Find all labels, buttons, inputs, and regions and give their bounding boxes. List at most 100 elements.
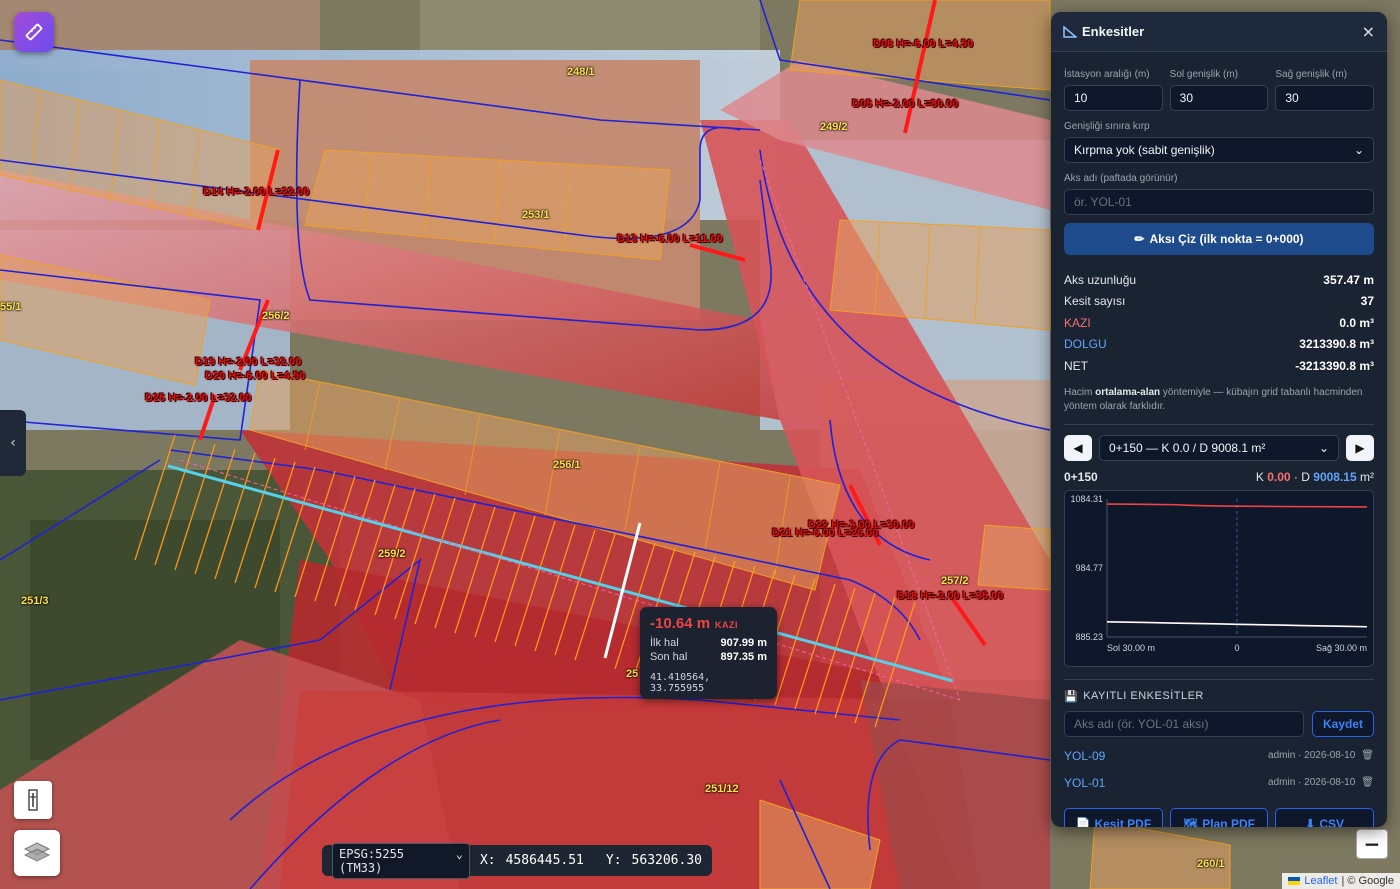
x-coordinate: 4586445.51 — [505, 853, 584, 868]
section-fill: 9008.15 — [1313, 469, 1357, 484]
stat-count-label: Kesit sayısı — [1064, 294, 1126, 309]
panel-title: Enkesitler — [1082, 24, 1145, 39]
saved-item-meta: admin · 2026-08-10 — [1268, 777, 1356, 788]
document-icon: 📄 — [1075, 816, 1091, 828]
chevron-down-icon: ⌄ — [1318, 440, 1329, 455]
export-csv-button[interactable]: ⬇ CSV — [1275, 807, 1375, 828]
station-interval-input[interactable]: 10 — [1064, 85, 1163, 111]
y-label: Y: — [605, 853, 622, 868]
stat-net-value: -3213390.8 m³ — [1295, 358, 1374, 373]
x-tick-label: 0 — [1234, 643, 1239, 653]
clip-label: Genişliği sınıra kırp — [1064, 121, 1150, 132]
save-button[interactable]: Kaydet — [1311, 710, 1374, 737]
floppy-disk-icon: 💾 — [1064, 690, 1079, 703]
cross-sections-panel: Enkesitler × İstasyon aralığı (m) 10 Sol… — [1051, 12, 1387, 827]
section-cut: 0.00 — [1267, 469, 1291, 484]
saved-item-name: YOL-01 — [1064, 775, 1106, 790]
google-attribution: | © Google — [1341, 875, 1394, 887]
x-tick-label: Sağ 30.00 m — [1316, 643, 1367, 653]
panel-header: Enkesitler × — [1051, 12, 1387, 52]
stat-cut-value: 0.0 m³ — [1339, 315, 1374, 330]
saved-item-name: YOL-09 — [1064, 748, 1106, 763]
axis-name-input[interactable]: ör. YOL-01 — [1064, 189, 1374, 215]
draw-axis-label: Aksı Çiz (ilk nokta = 0+000) — [1149, 232, 1304, 246]
triangle-right-icon: ▶ — [1355, 440, 1365, 455]
clip-value: Kırpma yok (sabit genişlik) — [1074, 143, 1215, 157]
export-plan-pdf-button[interactable]: 🗺 Plan PDF — [1169, 807, 1269, 828]
chevron-down-icon: ⌄ — [455, 846, 463, 861]
download-icon: ⬇ — [1305, 816, 1316, 828]
culvert-label: D19 H=-2.00 L=32.00 — [195, 356, 302, 368]
close-icon[interactable]: × — [1362, 22, 1375, 41]
parcel-label: 248/1 — [567, 66, 595, 78]
app-logo-button[interactable] — [14, 12, 54, 52]
crs-select[interactable]: EPSG:5255 (TM33) ⌄ — [332, 842, 470, 879]
right-width-label: Sağ genişlik (m) — [1275, 69, 1348, 80]
existing-ground-line — [1106, 502, 1368, 508]
saved-item[interactable]: YOL-09 admin · 2026-08-10 🗑 — [1064, 743, 1374, 769]
parcel-label: 251/3 — [21, 595, 49, 607]
trash-icon[interactable]: 🗑 — [1361, 750, 1374, 761]
stat-count-value: 37 — [1360, 294, 1374, 309]
ukraine-flag-icon — [1288, 877, 1301, 885]
coordinate-bar: EPSG:5255 (TM33) ⌄ X: 4586445.51 Y: 56320… — [322, 842, 712, 879]
stat-cut-label: KAZI — [1064, 315, 1091, 330]
stat-length-label: Aks uzunluğu — [1064, 272, 1137, 287]
section-icon — [1063, 25, 1077, 38]
left-width-input[interactable]: 30 — [1169, 85, 1269, 111]
section-chart: 1084.31 984.77 885.23 Sol 30.00 m 0 Sağ 30.00… — [1064, 489, 1374, 667]
zoom-out-button[interactable]: − — [1356, 829, 1388, 859]
y-tick-label: 1084.31 — [1070, 494, 1103, 504]
stat-fill-label: DOLGU — [1064, 337, 1107, 352]
station-select-value: 0+150 — K 0.0 / D 9008.1 m² — [1109, 440, 1266, 455]
parcel-label: 256/2 — [262, 310, 290, 322]
layers-icon — [23, 842, 51, 862]
culvert-label: D18 H=-2.00 L=35.00 — [897, 590, 1004, 602]
y-tick-label: 984.77 — [1075, 563, 1103, 573]
tooltip-type: KAZI — [715, 620, 739, 630]
parcel-label: 256/1 — [553, 459, 581, 471]
culvert-label: D25 H=-2.00 L=32.00 — [145, 392, 252, 404]
draw-axis-button[interactable]: ✏ Aksı Çiz (ilk nokta = 0+000) — [1064, 223, 1374, 255]
parcel-label: 259/2 — [378, 548, 406, 560]
export-section-pdf-button[interactable]: 📄 Kesit PDF — [1064, 807, 1163, 828]
saved-sections-title: 💾 KAYITLI ENKESİTLER — [1064, 690, 1204, 703]
stat-length-value: 357.47 m — [1323, 272, 1374, 287]
north-arrow-button[interactable] — [14, 781, 52, 819]
saved-item-meta: admin · 2026-08-10 — [1268, 750, 1356, 761]
parcel-label: 249/2 — [820, 121, 848, 133]
next-section-button[interactable]: ▶ — [1346, 434, 1374, 461]
previous-section-button[interactable]: ◀ — [1064, 434, 1092, 461]
map-attribution: Leaflet | © Google — [1282, 873, 1400, 889]
section-chart-svg: 1084.31 984.77 885.23 Sol 30.00 m 0 Sağ 30.00… — [1070, 494, 1368, 653]
triangle-left-icon: ◀ — [1073, 440, 1083, 455]
station-select[interactable]: 0+150 — K 0.0 / D 9008.1 m² ⌄ — [1099, 434, 1339, 461]
depth-tooltip: -10.64 m KAZI İlk hal 907.99 m Son hal 897.… — [640, 607, 777, 699]
map-icon: 🗺 — [1183, 816, 1199, 828]
tooltip-depth: -10.64 m — [650, 615, 711, 632]
culvert-label: D05 H=-2.00 L=80.00 — [852, 98, 959, 110]
north-arrow-icon — [28, 789, 38, 811]
culvert-label: D20 H=-6.00 L=4.50 — [205, 370, 306, 382]
parcel-label: 251/12 — [705, 783, 739, 795]
tooltip-final-value: 897.35 m — [720, 651, 767, 663]
leaflet-link[interactable]: Leaflet — [1304, 875, 1337, 887]
layers-button[interactable] — [14, 830, 60, 876]
left-width-label: Sol genişlik (m) — [1169, 69, 1239, 80]
saved-item[interactable]: YOL-01 admin · 2026-08-10 🗑 — [1064, 770, 1374, 796]
crs-value: EPSG:5255 (TM33) — [339, 846, 405, 875]
tooltip-latlon: 41.410564, 33.755955 — [650, 672, 711, 694]
right-width-input[interactable]: 30 — [1275, 85, 1375, 111]
save-name-input[interactable]: Aks adı (ör. YOL-01 aksı) — [1064, 710, 1304, 737]
tooltip-existing-value: 907.99 m — [720, 637, 767, 649]
station-interval-label: İstasyon aralığı (m) — [1064, 69, 1150, 80]
sidebar-toggle-button[interactable]: ‹ — [0, 410, 26, 476]
parcel-label: 260/1 — [1197, 858, 1225, 870]
x-label: X: — [479, 853, 496, 868]
clip-select[interactable]: Kırpma yok (sabit genişlik) ⌄ — [1064, 137, 1374, 163]
trash-icon[interactable]: 🗑 — [1361, 777, 1374, 788]
y-tick-label: 885.23 — [1075, 632, 1103, 642]
stat-fill-value: 3213390.8 m³ — [1299, 337, 1374, 352]
parcel-label: 253/1 — [522, 209, 550, 221]
chevron-left-icon: ‹ — [10, 435, 16, 451]
